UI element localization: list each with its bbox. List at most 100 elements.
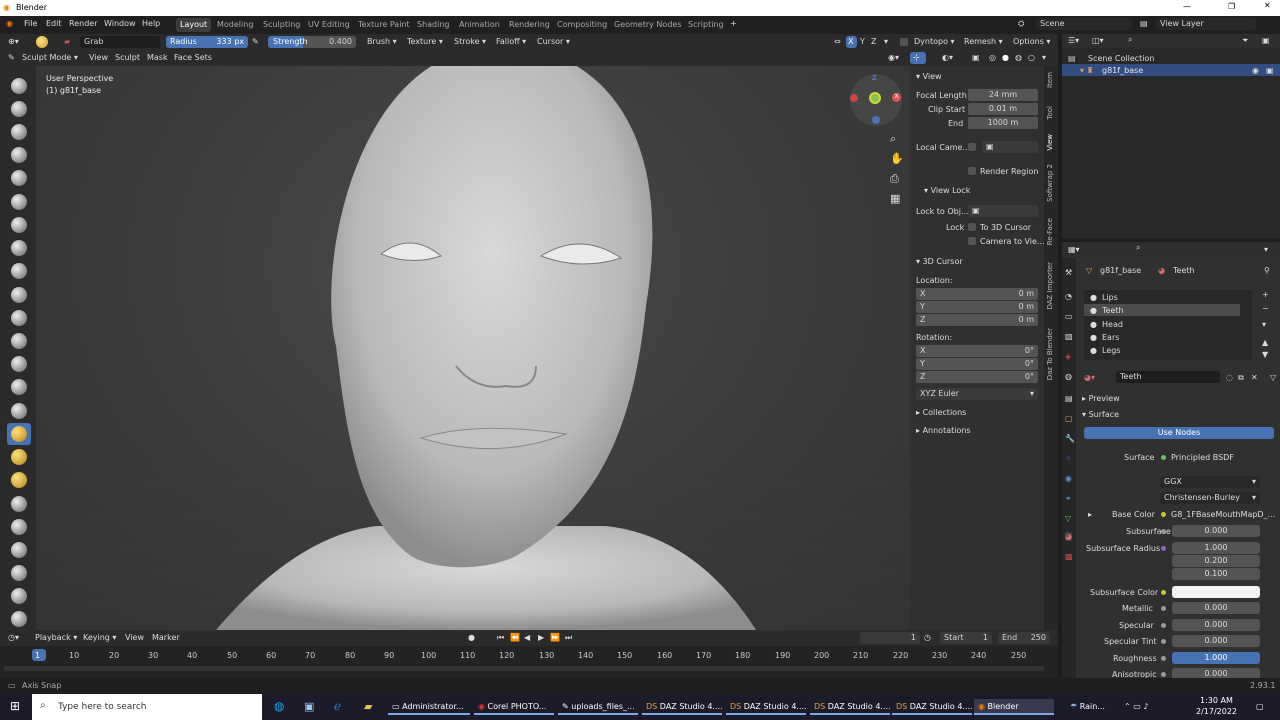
radius-field[interactable]: Radius 333 px <box>166 36 248 48</box>
add-workspace-icon[interactable]: + <box>730 19 737 28</box>
taskbar-search-box[interactable]: ⌕ Type here to search <box>32 694 262 720</box>
material-name-field[interactable]: Teeth <box>1116 371 1220 383</box>
browse-node-icon[interactable]: ▽ <box>1270 373 1276 382</box>
world-tab-icon[interactable]: ◍ <box>1065 372 1072 381</box>
falloff-menu[interactable]: Falloff ▾ <box>496 37 526 46</box>
taskbar-date[interactable]: 2/17/2022 <box>1196 707 1237 716</box>
scene-selector[interactable]: Scene <box>1036 18 1132 30</box>
metallic-field[interactable]: 0.000 <box>1172 602 1260 614</box>
annotations-panel-toggle[interactable]: ▸ Annotations <box>916 426 971 435</box>
rotation-mode-dropdown[interactable]: XYZ Euler ▾ <box>916 388 1038 400</box>
playback-menu[interactable]: Playback ▾ <box>35 633 77 642</box>
store-icon[interactable]: ▣ <box>300 697 318 713</box>
tool-tab-icon[interactable]: ⚒ <box>1065 268 1072 277</box>
subsurface-field[interactable]: 0.000 <box>1172 525 1260 537</box>
roughness-field[interactable]: 1.000 <box>1172 652 1260 664</box>
ie-icon[interactable]: ℯ <box>330 696 345 713</box>
timeline-scrubber[interactable]: 1 10 20 30 40 50 60 70 80 90 100 110 120… <box>0 646 1058 678</box>
play-reverse-icon[interactable]: ◀ <box>524 633 530 642</box>
menu-sculpt[interactable]: Sculpt <box>115 53 140 62</box>
tab-re-face[interactable]: Re-Face <box>1046 218 1054 245</box>
cursor-location-x[interactable]: X0 m <box>916 288 1038 300</box>
cursor-rotation-y[interactable]: Y 0° <box>916 358 1038 370</box>
slot-ears[interactable]: Ears <box>1102 333 1119 342</box>
rotate-brush-icon[interactable] <box>11 565 27 581</box>
clay-strips-brush-icon[interactable] <box>11 147 27 163</box>
auto-keying-icon[interactable]: ● <box>468 633 475 642</box>
blender-menu-icon[interactable]: ◉ <box>6 19 13 28</box>
unlink-material-icon[interactable]: ✕ <box>1251 373 1258 382</box>
surface-panel-toggle[interactable]: ▾ Surface <box>1082 410 1119 419</box>
stroke-menu[interactable]: Stroke ▾ <box>454 37 486 46</box>
camera-to-view-checkbox[interactable] <box>968 237 976 245</box>
maximize-icon[interactable]: ❐ <box>1228 2 1235 11</box>
mode-selector[interactable]: Sculpt Mode ▾ <box>22 53 78 62</box>
slide-relax-brush-icon[interactable] <box>11 588 27 604</box>
collection-tab-icon[interactable]: ▤ <box>1065 394 1073 403</box>
subsurface-radius-x-field[interactable]: 1.000 <box>1172 542 1260 554</box>
specular-tint-field[interactable]: 0.000 <box>1172 635 1260 647</box>
dyntopo-checkbox[interactable] <box>900 38 908 46</box>
menu-edit[interactable]: Edit <box>46 19 62 28</box>
clay-thumb-brush-icon[interactable] <box>11 170 27 186</box>
taskbar-app-uploads[interactable]: ✎ uploads_files_... <box>558 699 638 715</box>
slot-teeth[interactable]: Teeth <box>1102 306 1124 315</box>
pin-icon[interactable]: ⚲ <box>1264 266 1270 275</box>
menu-window[interactable]: Window <box>104 19 136 28</box>
jump-end-icon[interactable]: ⏭ <box>565 633 572 643</box>
add-slot-icon[interactable]: + <box>1262 290 1269 299</box>
brush-name-field[interactable]: Grab <box>80 36 160 48</box>
system-tray-icons[interactable]: ⌃ ▭ ♪ <box>1120 699 1152 715</box>
brush-preview-icon[interactable] <box>36 36 48 48</box>
cursor-location-y[interactable]: Y0 m <box>916 301 1038 313</box>
taskbar-app-admin[interactable]: ▭ Administrator... <box>388 699 470 715</box>
taskbar-app-corel[interactable]: ◉ Corel PHOTO... <box>474 699 554 715</box>
shading-wireframe-icon[interactable]: ◎ <box>989 53 996 62</box>
outliner-filter-icon[interactable]: ⏷ <box>1242 36 1248 46</box>
pose-brush-icon[interactable] <box>11 519 27 535</box>
menu-mask[interactable]: Mask <box>147 53 168 62</box>
taskbar-app-daz-4[interactable]: DS DAZ Studio 4.... <box>892 699 973 715</box>
inflate-brush-icon[interactable] <box>11 217 27 233</box>
lock-to-cursor-checkbox[interactable] <box>968 223 976 231</box>
outliner-editor-icon[interactable]: ☰▾ <box>1068 36 1079 45</box>
symmetry-icon[interactable]: ⇔ <box>834 37 841 46</box>
shading-rendered-icon[interactable]: ○ <box>1028 53 1035 62</box>
render-region-checkbox[interactable] <box>968 167 976 175</box>
scene-collection-label[interactable]: Scene Collection <box>1088 54 1155 63</box>
base-color-texture[interactable]: G8_1FBaseMouthMapD_... <box>1171 510 1275 519</box>
tab-item[interactable]: Item <box>1046 72 1054 88</box>
play-icon[interactable]: ▶ <box>538 633 544 642</box>
jump-start-icon[interactable]: ⏮ <box>497 633 504 643</box>
taskbar-app-blender[interactable]: ◉ Blender <box>974 699 1054 715</box>
new-collection-icon[interactable]: ▣ <box>1262 36 1270 45</box>
preview-range-icon[interactable]: ◷ <box>924 633 931 642</box>
taskbar-app-daz-3[interactable]: DS DAZ Studio 4.... <box>810 699 891 715</box>
menu-face-sets[interactable]: Face Sets <box>174 53 212 62</box>
scrape-brush-icon[interactable] <box>11 356 27 372</box>
shading-solid-icon[interactable]: ● <box>1002 53 1009 62</box>
notifications-icon[interactable]: ▢ <box>1252 699 1268 715</box>
subsurface-radius-y-field[interactable]: 0.200 <box>1172 555 1260 567</box>
jump-keyframe-forward-icon[interactable]: ⏩ <box>550 633 560 642</box>
gizmo-toggle-icon[interactable]: ⊹ <box>910 52 926 64</box>
menu-view[interactable]: View <box>89 53 108 62</box>
tab-softwrap[interactable]: Softwrap 2 <box>1046 164 1054 202</box>
pen-pressure-icon[interactable]: ✎ <box>252 37 259 46</box>
gizmo-z-axis[interactable]: Z <box>872 74 877 82</box>
cursor-menu[interactable]: Cursor ▾ <box>537 37 570 46</box>
slot-specials-icon[interactable]: ▾ <box>1262 320 1266 329</box>
display-mode-icon[interactable]: ◫▾ <box>1092 36 1104 45</box>
edge-icon[interactable]: ◍ <box>270 696 288 713</box>
fake-user-icon[interactable]: ◌ <box>1226 373 1233 382</box>
navigation-gizmo[interactable]: Z X <box>850 74 902 126</box>
local-camera-field[interactable]: ▣ <box>982 141 1038 153</box>
base-color-expand-icon[interactable]: ▸ <box>1088 510 1092 519</box>
preview-panel-toggle[interactable]: ▸ Preview <box>1082 394 1120 403</box>
elastic-deform-brush-icon[interactable] <box>11 449 27 465</box>
cursor-rotation-z[interactable]: Z 0° <box>916 371 1038 383</box>
clip-end-field[interactable]: 1000 m <box>968 117 1038 129</box>
surface-shader-field[interactable]: Principled BSDF <box>1171 453 1234 462</box>
options-menu[interactable]: Options ▾ <box>1013 37 1050 46</box>
mirror-y-toggle[interactable]: Y <box>860 37 865 46</box>
